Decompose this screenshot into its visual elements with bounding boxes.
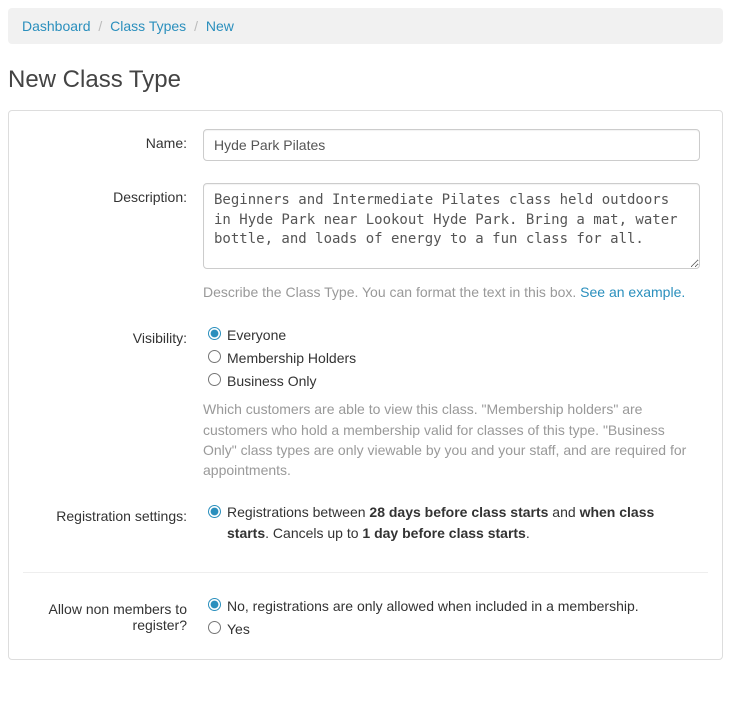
breadcrumb: Dashboard / Class Types / New <box>8 8 723 44</box>
nonmembers-option-yes[interactable]: Yes <box>203 618 700 637</box>
label-description: Description: <box>23 183 203 205</box>
reg-b1: 28 days before class starts <box>369 504 548 520</box>
reg-p2: and <box>548 504 579 520</box>
row-nonmembers: Allow non members to register? No, regis… <box>23 595 708 641</box>
description-help-text: Describe the Class Type. You can format … <box>203 284 580 300</box>
registration-text: Registrations between 28 days before cla… <box>227 502 700 544</box>
label-visibility: Visibility: <box>23 324 203 346</box>
reg-b3: 1 day before class starts <box>362 525 525 541</box>
reg-p1: Registrations between <box>227 504 369 520</box>
breadcrumb-new[interactable]: New <box>206 18 234 34</box>
registration-radio[interactable] <box>208 505 221 518</box>
registration-radio-group: Registrations between 28 days before cla… <box>203 502 700 544</box>
visibility-radio-group: Everyone Membership Holders Business Onl… <box>203 324 700 389</box>
visibility-label-everyone: Everyone <box>227 327 286 343</box>
nonmembers-radio-yes[interactable] <box>208 621 221 634</box>
breadcrumb-dashboard[interactable]: Dashboard <box>22 18 91 34</box>
row-name: Name: <box>23 129 708 161</box>
row-visibility: Visibility: Everyone Membership Holders … <box>23 324 708 480</box>
nonmembers-label-yes: Yes <box>227 621 250 637</box>
description-textarea[interactable] <box>203 183 700 269</box>
breadcrumb-class-types[interactable]: Class Types <box>110 18 186 34</box>
nonmembers-radio-group: No, registrations are only allowed when … <box>203 595 700 637</box>
nonmembers-radio-no[interactable] <box>208 598 221 611</box>
label-nonmembers: Allow non members to register? <box>23 595 203 633</box>
visibility-label-business: Business Only <box>227 373 316 389</box>
registration-option[interactable]: Registrations between 28 days before cla… <box>203 502 700 544</box>
visibility-option-business[interactable]: Business Only <box>203 370 700 389</box>
row-description: Description: Describe the Class Type. Yo… <box>23 183 708 302</box>
name-input[interactable] <box>203 129 700 161</box>
label-name: Name: <box>23 129 203 151</box>
breadcrumb-sep: / <box>98 18 102 34</box>
row-registration: Registration settings: Registrations bet… <box>23 502 708 548</box>
reg-p3: . Cancels up to <box>265 525 362 541</box>
description-help: Describe the Class Type. You can format … <box>203 282 700 302</box>
visibility-radio-business[interactable] <box>208 373 221 386</box>
label-registration: Registration settings: <box>23 502 203 524</box>
page-title: New Class Type <box>8 66 723 94</box>
reg-p4: . <box>526 525 530 541</box>
see-example-link[interactable]: See an example. <box>580 284 685 300</box>
visibility-option-everyone[interactable]: Everyone <box>203 324 700 343</box>
nonmembers-label-no: No, registrations are only allowed when … <box>227 598 639 614</box>
divider <box>23 572 708 573</box>
visibility-option-membership[interactable]: Membership Holders <box>203 347 700 366</box>
visibility-radio-everyone[interactable] <box>208 327 221 340</box>
breadcrumb-sep: / <box>194 18 198 34</box>
form-panel: Name: Description: Describe the Class Ty… <box>8 110 723 660</box>
visibility-radio-membership[interactable] <box>208 350 221 363</box>
visibility-label-membership: Membership Holders <box>227 350 356 366</box>
nonmembers-option-no[interactable]: No, registrations are only allowed when … <box>203 595 700 614</box>
visibility-help: Which customers are able to view this cl… <box>203 399 700 480</box>
